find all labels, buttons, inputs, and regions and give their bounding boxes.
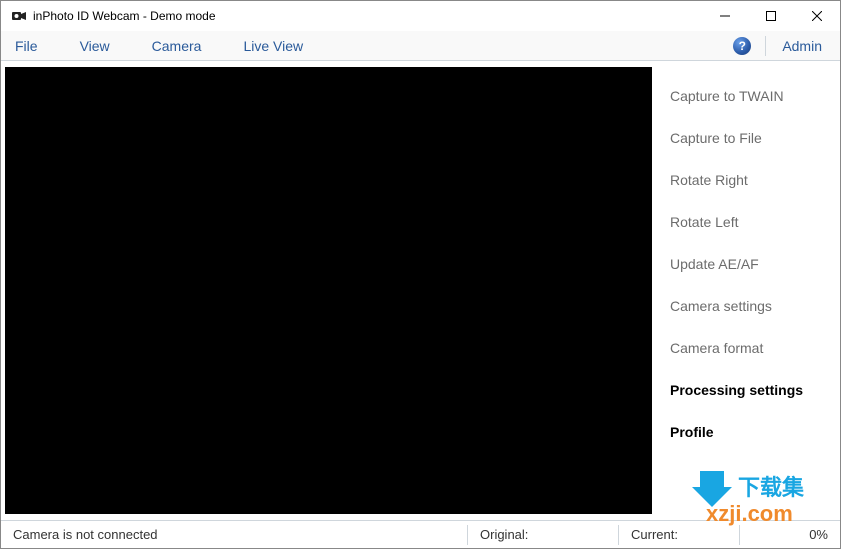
side-capture-twain[interactable]: Capture to TWAIN xyxy=(656,75,840,117)
close-button[interactable] xyxy=(794,1,840,31)
app-icon xyxy=(9,7,27,25)
side-processing-settings[interactable]: Processing settings xyxy=(656,369,840,411)
side-panel: Capture to TWAIN Capture to File Rotate … xyxy=(656,61,840,520)
help-icon[interactable]: ? xyxy=(733,37,751,55)
menu-live-view[interactable]: Live View xyxy=(235,34,321,58)
camera-preview xyxy=(5,67,652,514)
status-zoom: 0% xyxy=(740,521,840,548)
status-original: Original: xyxy=(468,521,618,548)
admin-link[interactable]: Admin xyxy=(770,34,834,58)
side-capture-file[interactable]: Capture to File xyxy=(656,117,840,159)
maximize-button[interactable] xyxy=(748,1,794,31)
side-profile[interactable]: Profile xyxy=(656,411,840,453)
menu-view[interactable]: View xyxy=(72,34,128,58)
main-area: Capture to TWAIN Capture to File Rotate … xyxy=(1,61,840,520)
status-zoom-value: 0% xyxy=(809,527,828,542)
status-original-label: Original: xyxy=(480,527,528,542)
status-current-label: Current: xyxy=(631,527,678,542)
titlebar: inPhoto ID Webcam - Demo mode xyxy=(1,1,840,31)
watermark-line1: 下载集 xyxy=(738,475,805,500)
side-update-aeaf[interactable]: Update AE/AF xyxy=(656,243,840,285)
menu-camera[interactable]: Camera xyxy=(144,34,220,58)
menubar: File View Camera Live View ? Admin xyxy=(1,31,840,61)
preview-wrap xyxy=(1,61,656,520)
window-controls xyxy=(702,1,840,31)
status-current: Current: xyxy=(619,521,739,548)
status-camera: Camera is not connected xyxy=(1,521,467,548)
side-camera-format[interactable]: Camera format xyxy=(656,327,840,369)
minimize-button[interactable] xyxy=(702,1,748,31)
side-rotate-right[interactable]: Rotate Right xyxy=(656,159,840,201)
window-title: inPhoto ID Webcam - Demo mode xyxy=(33,9,216,23)
menu-file[interactable]: File xyxy=(7,34,56,58)
side-camera-settings[interactable]: Camera settings xyxy=(656,285,840,327)
side-rotate-left[interactable]: Rotate Left xyxy=(656,201,840,243)
statusbar: Camera is not connected Original: Curren… xyxy=(1,520,840,548)
